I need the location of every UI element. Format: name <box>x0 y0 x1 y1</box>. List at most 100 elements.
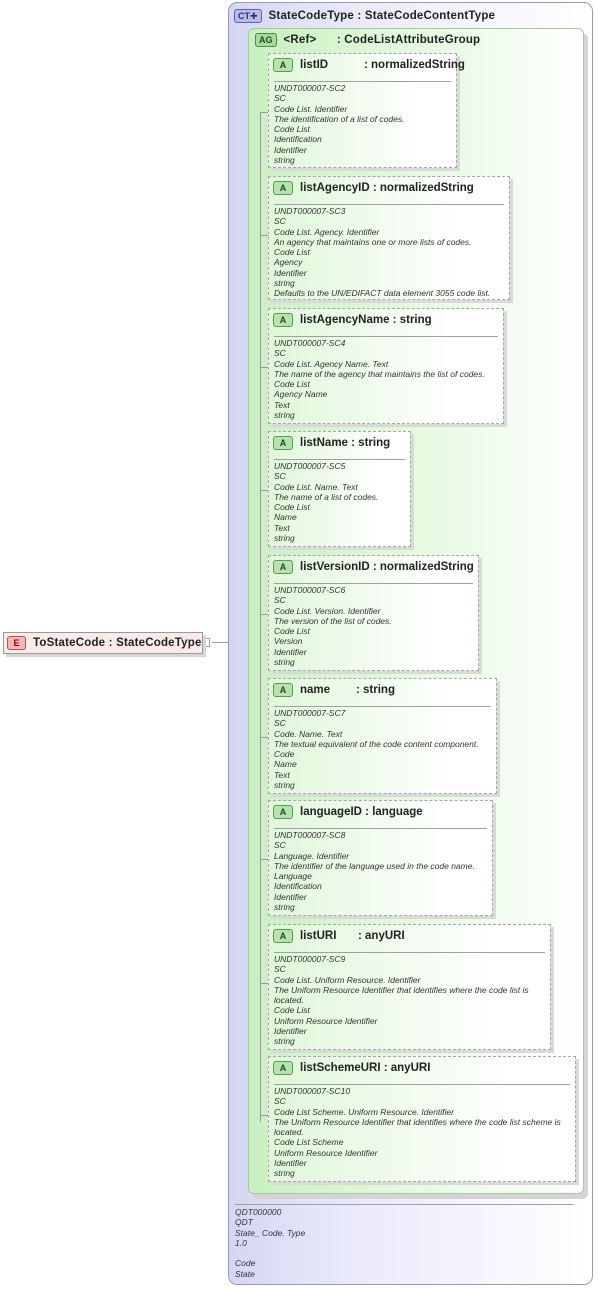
attribute-doc-line: string <box>274 410 295 421</box>
attribute-doc: UNDT000007-SC6 SC Code List. Version. Iden… <box>274 585 474 667</box>
attribute-listVersionID[interactable]: AlistVersionID : normalizedString UNDT000… <box>268 555 482 674</box>
complex-type-doc-line: State <box>235 1268 255 1279</box>
attribute-name: listName <box>300 437 348 449</box>
attribute-doc-line: string <box>274 533 295 544</box>
attribute-doc-line: SC <box>274 216 286 227</box>
attribute-listID[interactable]: AlistID: normalizedString UNDT000007-SC2 S… <box>268 53 465 171</box>
attribute-name: listAgencyName <box>300 314 390 326</box>
attribute-doc-line: UNDT000007-SC3 <box>274 206 346 216</box>
attribute-doc-line: SC <box>274 471 286 482</box>
attribute-doc-line: UNDT000007-SC10 <box>274 1086 351 1096</box>
attribute-type: normalizedString <box>379 561 474 573</box>
complex-type-doc-line: Code <box>235 1258 256 1269</box>
attribute-header: AlistAgencyName : string <box>273 313 432 327</box>
attribute-type-sep: : <box>361 806 373 818</box>
attribute-badge: A <box>273 436 293 450</box>
attribute-type: string <box>358 437 391 449</box>
attribute-doc-line: Language. Identifier <box>274 850 350 861</box>
attribute-doc-line: Code List. Identifier <box>274 103 348 114</box>
attribute-doc-line: Name <box>274 759 297 770</box>
complex-type-name: StateCodeType <box>268 10 355 22</box>
attribute-languageID[interactable]: AlanguageID : language UNDT000007-SC8 SC La… <box>268 800 496 919</box>
attribute-doc-line: Text <box>274 769 290 780</box>
attribute-doc-line: Identification <box>274 134 322 145</box>
attribute-doc-line: SC <box>274 964 286 975</box>
attribute-doc-line: Identifier <box>274 646 307 657</box>
attribute-listSchemeURI[interactable]: AlistSchemeURI : anyURI UNDT000007-SC10 SC… <box>268 1056 579 1185</box>
attribute-connector <box>260 490 268 491</box>
attribute-doc-line: Name <box>274 512 297 523</box>
attribute-badge: A <box>273 683 293 697</box>
attribute-connector <box>260 614 268 615</box>
attribute-divider <box>274 459 405 460</box>
attribute-listAgencyName[interactable]: AlistAgencyName : string UNDT000007-SC4 SC… <box>268 308 507 427</box>
attribute-badge: A <box>273 560 293 574</box>
attribute-header: AlistID: normalizedString <box>273 58 465 72</box>
attribute-box: AlistAgencyID : normalizedString UNDT0000… <box>268 176 510 300</box>
attribute-header: AlistVersionID : normalizedString <box>273 560 474 574</box>
attribute-name: listAgencyID <box>300 182 370 194</box>
attribute-doc-line: The name of the agency that maintains th… <box>274 368 485 379</box>
attribute-type: string <box>399 314 432 326</box>
attribute-doc-line: Uniform Resource Identifier <box>274 1015 378 1026</box>
attribute-divider <box>274 81 451 82</box>
attribute-name: name <box>300 684 331 696</box>
attribute-doc-line: string <box>274 902 295 913</box>
element-node[interactable]: E ToStateCode : StateCodeType <box>3 632 203 654</box>
attribute-name: listSchemeURI <box>300 1062 381 1074</box>
attribute-doc-line: Identification <box>274 881 322 892</box>
attribute-doc: UNDT000007-SC3 SC Code List. Agency. Ident… <box>274 206 505 299</box>
attribute-connector <box>260 859 268 860</box>
attribute-doc: UNDT000007-SC5 SC Code List. Name. Text The… <box>274 461 406 543</box>
attribute-header: AlistName : string <box>273 436 390 450</box>
attribute-doc: UNDT000007-SC2 SC Code List. Identifier The… <box>274 83 452 165</box>
attribute-doc-line: Code List <box>274 502 310 513</box>
attribute-connector <box>260 737 268 738</box>
attribute-doc-line: Code List <box>274 626 310 637</box>
complex-type-badge: CT✚ <box>234 9 262 23</box>
element-type: StateCodeType <box>116 637 202 649</box>
attribute-divider <box>274 1084 570 1085</box>
attribute-divider <box>274 204 504 205</box>
attribute-doc: UNDT000007-SC10 SC Code List Scheme. Unifo… <box>274 1086 571 1179</box>
attribute-box: AlistID: normalizedString UNDT000007-SC2 S… <box>268 53 465 168</box>
attribute-listAgencyID[interactable]: AlistAgencyID : normalizedString UNDT0000… <box>268 176 513 303</box>
attribute-doc: UNDT000007-SC7 SC Code. Name. Text The text… <box>274 708 492 790</box>
attribute-group-sep: : <box>316 34 345 46</box>
attribute-doc: UNDT000007-SC4 SC Code List. Agency Name. … <box>274 338 499 420</box>
attribute-divider <box>274 828 487 829</box>
attribute-badge: A <box>273 181 293 195</box>
attribute-doc-line: Language <box>274 871 312 882</box>
attribute-connector <box>260 235 268 236</box>
attribute-type-sep: : <box>364 59 372 71</box>
attribute-doc-line: Code List. Name. Text <box>274 481 358 492</box>
attribute-type: anyURI <box>390 1062 431 1074</box>
attribute-doc-line: Identifier <box>274 267 307 278</box>
attribute-doc-line: Identifier <box>274 891 307 902</box>
attribute-doc-line: Code List. Agency Name. Text <box>274 358 389 369</box>
attribute-doc-line: Code List <box>274 124 310 135</box>
attribute-listURI[interactable]: AlistURI: anyURI UNDT000007-SC9 SC Code Lis… <box>268 924 554 1053</box>
attribute-box: AlistURI: anyURI UNDT000007-SC9 SC Code Lis… <box>268 924 551 1050</box>
attribute-badge: A <box>273 805 293 819</box>
attribute-header: AlistAgencyID : normalizedString <box>273 181 474 195</box>
attribute-listName[interactable]: AlistName : string UNDT000007-SC5 SC Code L… <box>268 431 414 550</box>
attribute-doc-line: Code <box>274 749 295 760</box>
attribute-divider <box>274 583 473 584</box>
attribute-type-sep: : <box>356 684 364 696</box>
complex-type-doc-line <box>235 1248 305 1258</box>
attribute-doc-line: The identifier of the language used in t… <box>274 860 475 871</box>
attribute-type: string <box>363 684 395 696</box>
attribute-divider <box>274 952 545 953</box>
attribute-doc-line: SC <box>274 93 286 104</box>
attribute-badge: A <box>273 929 293 943</box>
attribute-doc-line: Text <box>274 522 290 533</box>
attribute-doc-line: UNDT000007-SC6 <box>274 585 346 595</box>
attribute-badge: A <box>273 313 293 327</box>
attribute-box: AlistAgencyName : string UNDT000007-SC4 SC… <box>268 308 504 424</box>
attribute-badge: A <box>273 1061 293 1075</box>
attribute-name[interactable]: Aname: string UNDT000007-SC7 SC Code. Name.… <box>268 678 500 797</box>
attribute-doc-line: string <box>274 1036 295 1047</box>
attribute-doc-line: Code List Scheme. Uniform Resource. Iden… <box>274 1106 454 1117</box>
attribute-doc-line: Identifier <box>274 1158 307 1169</box>
